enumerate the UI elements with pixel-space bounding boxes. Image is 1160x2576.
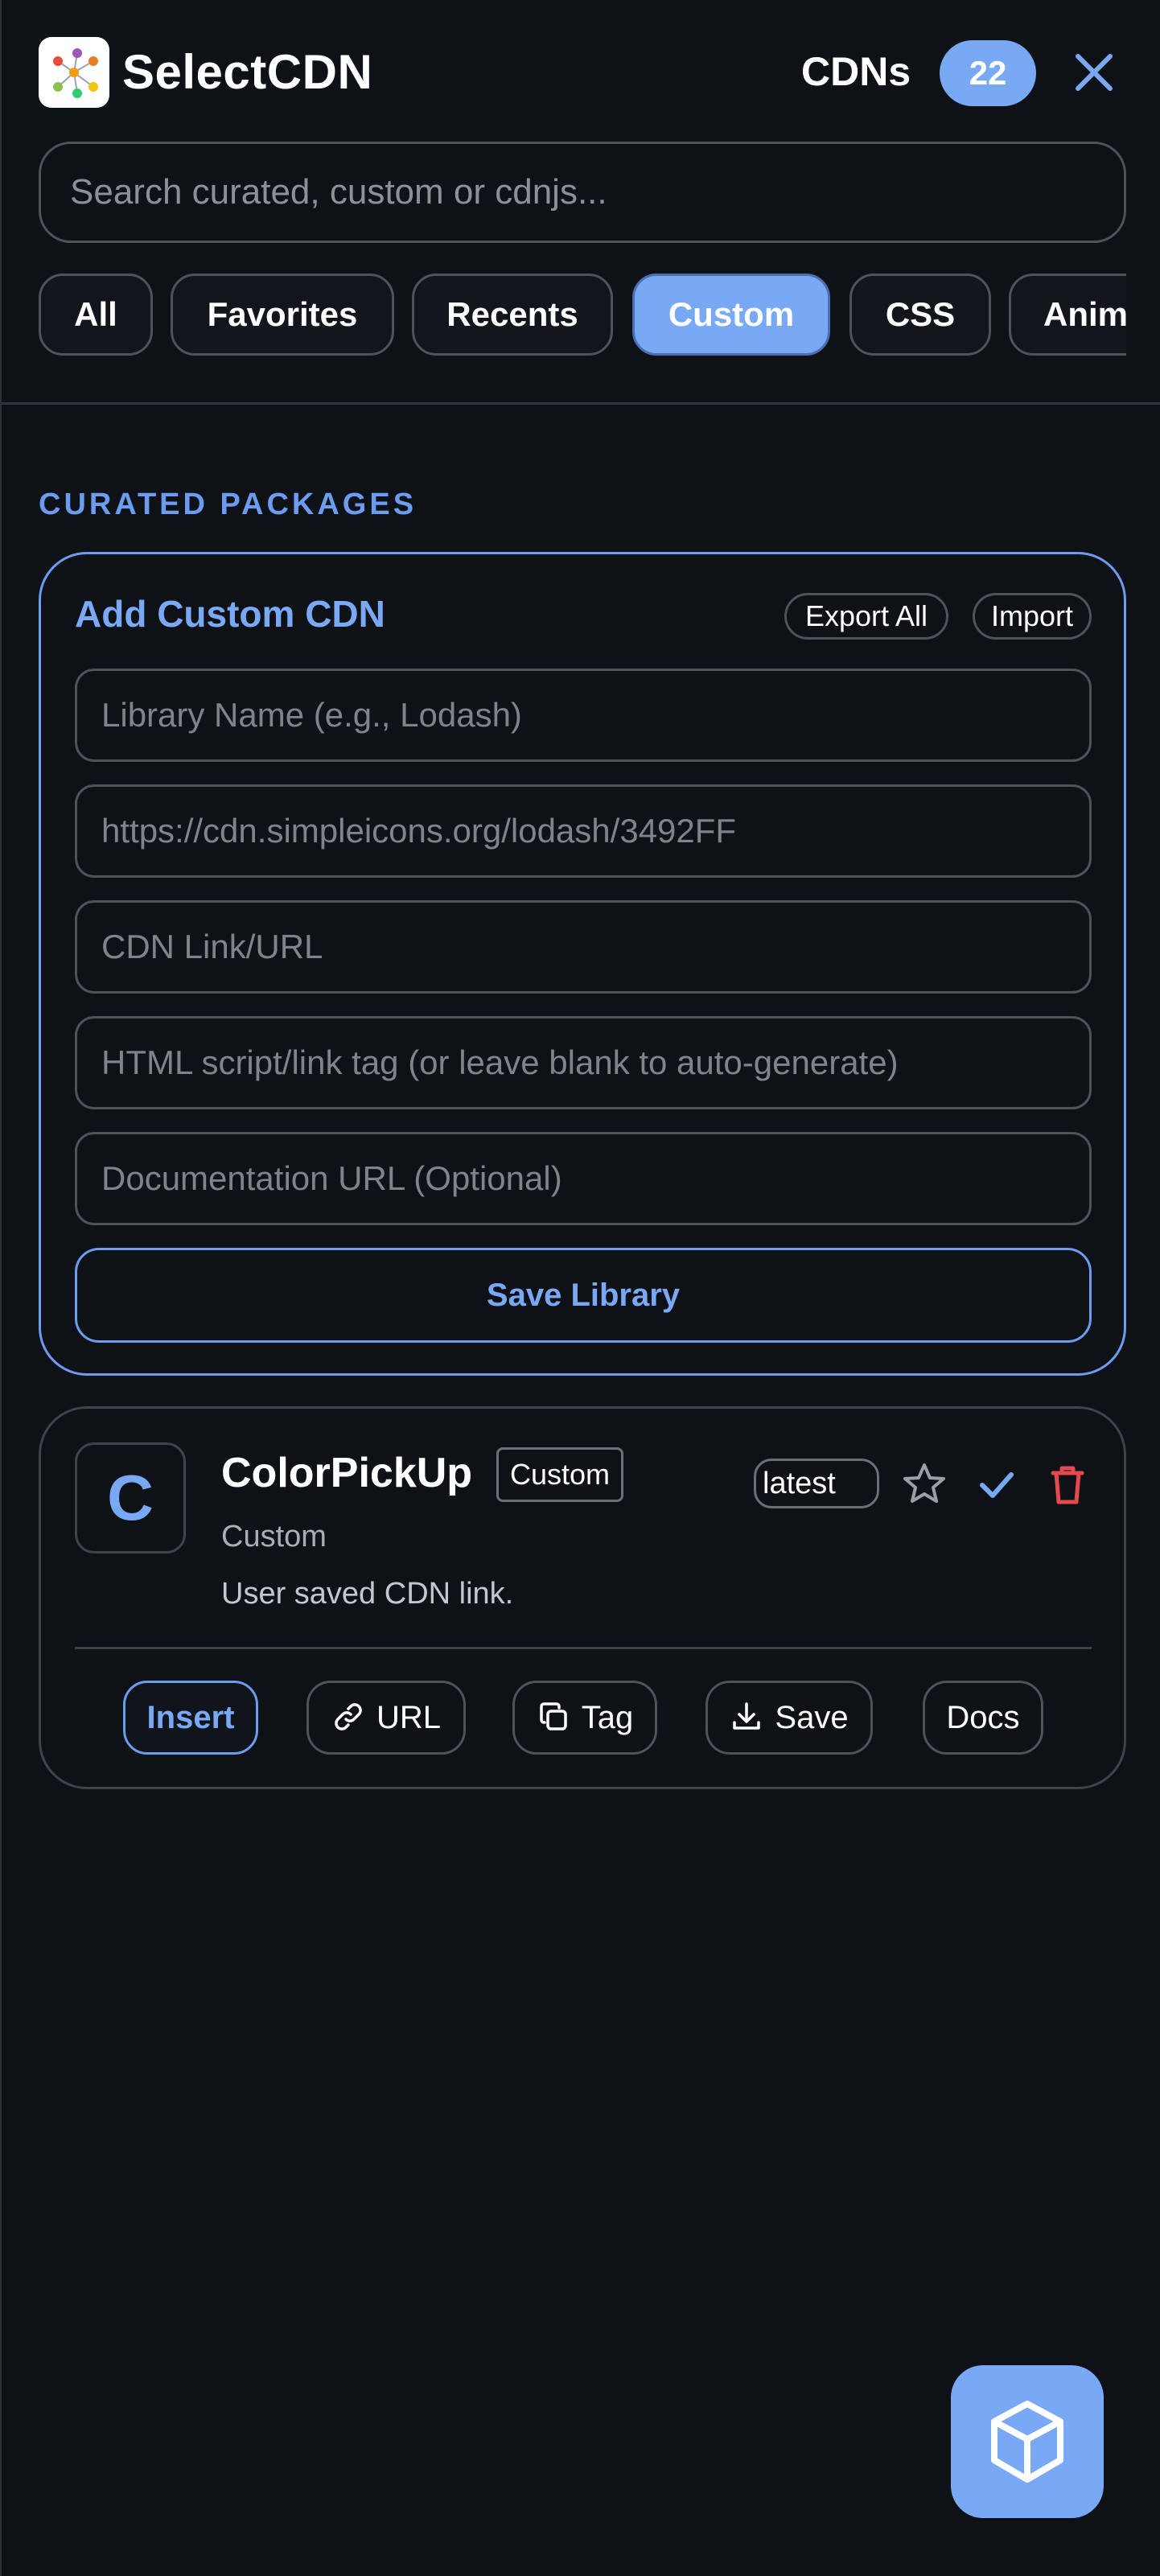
filter-tabs: All Favorites Recents Custom CSS Animati… [39, 274, 1126, 359]
app-title: SelectCDN [122, 45, 373, 99]
header-divider [2, 402, 1160, 405]
link-icon [331, 1700, 376, 1735]
icon-url-field [75, 784, 1092, 878]
library-badge: Custom [496, 1447, 624, 1502]
cdn-url-input[interactable] [77, 903, 1089, 991]
html-tag-field [75, 1016, 1092, 1109]
library-name: ColorPickUp [221, 1450, 473, 1496]
tab-css[interactable]: CSS [849, 274, 991, 356]
docs-url-input[interactable] [77, 1134, 1089, 1223]
cdn-count-badge: 22 [940, 40, 1036, 106]
import-button[interactable]: Import [973, 593, 1092, 640]
tab-custom[interactable]: Custom [632, 274, 830, 356]
tab-animation[interactable]: Animation [1009, 274, 1126, 356]
favorite-star-icon[interactable] [899, 1459, 950, 1510]
docs-url-field [75, 1132, 1092, 1225]
tab-recents[interactable]: Recents [412, 274, 613, 356]
library-card-divider [75, 1647, 1092, 1649]
library-name-field [75, 669, 1092, 762]
section-title: CURATED PACKAGES [39, 488, 418, 521]
library-description: User saved CDN link. [221, 1577, 514, 1611]
copy-tag-button[interactable]: Tag [512, 1681, 657, 1755]
library-name-input[interactable] [77, 671, 1089, 759]
insert-button[interactable]: Insert [123, 1681, 258, 1755]
tag-label: Tag [581, 1700, 634, 1735]
download-icon [730, 1700, 775, 1735]
check-icon[interactable] [971, 1459, 1022, 1510]
add-custom-title: Add Custom CDN [75, 593, 385, 635]
library-subtitle: Custom [221, 1520, 327, 1553]
insert-label: Insert [146, 1700, 235, 1735]
cdn-count-label: CDNs [801, 49, 911, 94]
close-icon[interactable] [1068, 47, 1120, 98]
add-custom-cdn-form: Add Custom CDN Export All Import Save Li… [39, 552, 1126, 1376]
icon-url-input[interactable] [77, 787, 1089, 875]
docs-button[interactable]: Docs [923, 1681, 1043, 1755]
download-save-button[interactable]: Save [705, 1681, 873, 1755]
copy-icon [537, 1700, 582, 1735]
cdn-url-field [75, 900, 1092, 994]
trash-icon[interactable] [1042, 1459, 1093, 1510]
export-all-button[interactable]: Export All [784, 593, 948, 640]
docs-label: Docs [946, 1700, 1020, 1735]
search-box [39, 142, 1126, 243]
copy-url-button[interactable]: URL [306, 1681, 466, 1755]
tab-all[interactable]: All [39, 274, 153, 356]
save-library-button[interactable]: Save Library [75, 1248, 1092, 1343]
save-label: Save [775, 1700, 849, 1735]
header: SelectCDN CDNs 22 [39, 35, 1125, 109]
tab-favorites[interactable]: Favorites [171, 274, 394, 356]
cube-icon[interactable] [951, 2365, 1104, 2518]
html-tag-input[interactable] [77, 1018, 1089, 1107]
network-graph-logo-icon [39, 37, 109, 108]
app-root: SelectCDN CDNs 22 All Favorites Recents … [0, 0, 1160, 2576]
library-avatar: C [75, 1442, 186, 1553]
url-label: URL [376, 1700, 442, 1735]
version-select[interactable]: latest [754, 1459, 879, 1508]
search-input[interactable] [41, 144, 1124, 241]
library-card: C ColorPickUp Custom Custom User saved C… [39, 1406, 1126, 1789]
